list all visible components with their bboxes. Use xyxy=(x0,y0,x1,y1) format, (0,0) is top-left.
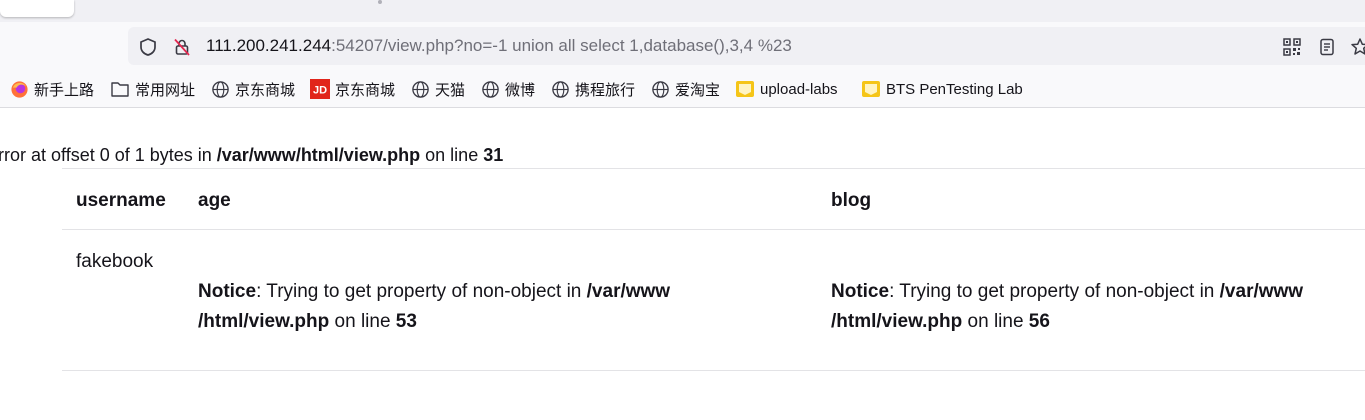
table-top-border xyxy=(62,168,1365,169)
globe-icon xyxy=(412,80,429,98)
navigation-bar: 111.200.241.244:54207/view.php?no=-1 uni… xyxy=(0,22,1365,72)
tab-fragment xyxy=(378,0,382,4)
bookmark-label: 爱淘宝 xyxy=(675,81,721,99)
url-text[interactable]: 111.200.241.244:54207/view.php?no=-1 uni… xyxy=(206,36,792,56)
cell-age-notice: Notice: Trying to get property of non-ob… xyxy=(198,277,670,337)
shield-icon[interactable] xyxy=(138,37,158,57)
header-username: username xyxy=(76,190,166,211)
bookmarks-toolbar: 新手上路 常用网址 京东商城 JD 京东商城 天猫 微博 携程旅行 爱淘宝 up… xyxy=(0,72,1365,108)
bookmark-upload-labs[interactable]: upload-labs xyxy=(735,79,838,99)
jd-icon: JD xyxy=(310,79,330,99)
cell-blog-notice: Notice: Trying to get property of non-ob… xyxy=(831,277,1303,337)
table-bottom-border xyxy=(62,370,1365,371)
notice-path-part2: /html/view.php xyxy=(831,311,963,332)
bookmark-label: BTS PenTesting Lab xyxy=(886,80,1023,98)
bookmark-ai-taobao[interactable]: 爱淘宝 xyxy=(651,79,720,99)
cell-username: fakebook xyxy=(76,251,154,272)
bookmark-jd-mall[interactable]: 京东商城 xyxy=(211,79,295,99)
bookmark-label: 新手上路 xyxy=(34,81,95,99)
bookmark-label: 京东商城 xyxy=(335,81,396,99)
bookmark-ctrip[interactable]: 携程旅行 xyxy=(551,79,635,99)
php-error-message: rror at offset 0 of 1 bytes in /var/www/… xyxy=(0,143,503,167)
error-line-number: 31 xyxy=(483,145,504,165)
header-age: age xyxy=(198,190,231,211)
reader-view-icon[interactable] xyxy=(1317,37,1337,57)
notice-line-number: 53 xyxy=(395,311,417,332)
bookmark-label: upload-labs xyxy=(760,80,838,98)
notice-on-line-text: on line xyxy=(329,311,396,332)
bookmark-tmall[interactable]: 天猫 xyxy=(411,79,465,99)
globe-icon xyxy=(552,80,569,98)
header-blog: blog xyxy=(831,190,872,211)
notice-path-part1: /var/www xyxy=(1219,281,1304,302)
notice-line-number: 56 xyxy=(1028,311,1050,332)
bookmark-jd-mall-2[interactable]: JD 京东商城 xyxy=(310,79,395,99)
address-bar[interactable]: 111.200.241.244:54207/view.php?no=-1 uni… xyxy=(128,27,1365,65)
insecure-lock-icon[interactable] xyxy=(172,37,192,57)
notice-on-line-text: on line xyxy=(962,311,1029,332)
bookmark-weibo[interactable]: 微博 xyxy=(481,79,535,99)
folder-yellow-icon xyxy=(736,81,754,97)
bookmark-label: 京东商城 xyxy=(235,81,296,99)
globe-icon xyxy=(652,80,669,98)
qr-code-icon[interactable] xyxy=(1282,37,1302,57)
active-tab[interactable] xyxy=(0,0,74,17)
error-text: rror at offset 0 of 1 bytes in xyxy=(0,145,217,165)
svg-text:JD: JD xyxy=(313,85,327,97)
bookmark-label: 常用网址 xyxy=(135,81,196,99)
notice-message: : Trying to get property of non-object i… xyxy=(889,281,1220,302)
tab-strip xyxy=(0,0,1365,22)
error-on-line-text: on line xyxy=(420,145,484,165)
notice-path-part2: /html/view.php xyxy=(198,311,330,332)
url-host: 111.200.241.244 xyxy=(206,36,332,55)
globe-icon xyxy=(482,80,499,98)
bookmark-star-icon[interactable] xyxy=(1350,37,1365,57)
bookmark-label: 天猫 xyxy=(435,81,466,99)
bookmark-common-sites-folder[interactable]: 常用网址 xyxy=(110,79,195,99)
globe-icon xyxy=(212,80,229,98)
table-header-divider xyxy=(62,229,1365,230)
folder-yellow-icon xyxy=(862,81,880,97)
error-file-path: /var/www/html/view.php xyxy=(216,145,421,165)
bookmark-label: 微博 xyxy=(505,81,536,99)
folder-icon xyxy=(111,82,129,97)
notice-path-part1: /var/www xyxy=(586,281,671,302)
url-path: :54207/view.php?no=-1 union all select 1… xyxy=(331,36,792,55)
firefox-icon xyxy=(11,80,28,98)
bookmark-bts-pentesting-lab[interactable]: BTS PenTesting Lab xyxy=(861,79,1023,99)
notice-message: : Trying to get property of non-object i… xyxy=(256,281,587,302)
notice-label: Notice xyxy=(198,281,257,302)
notice-label: Notice xyxy=(831,281,890,302)
bookmark-label: 携程旅行 xyxy=(575,81,636,99)
bookmark-new-user-guide[interactable]: 新手上路 xyxy=(10,79,94,99)
